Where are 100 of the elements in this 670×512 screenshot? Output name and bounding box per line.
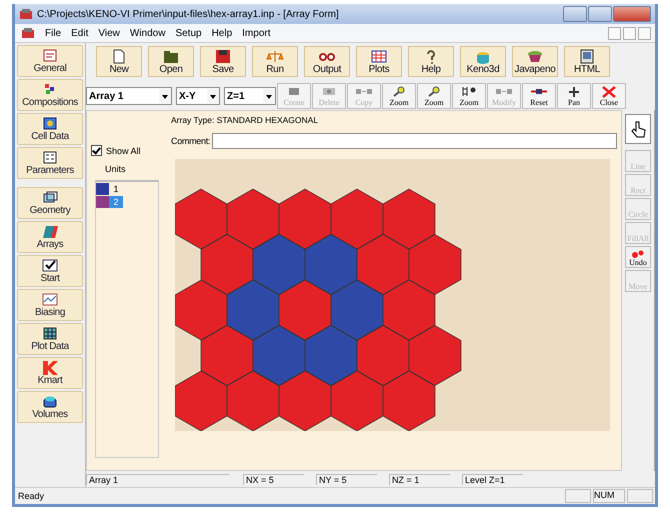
sidebar-button[interactable]: Biasing [17,289,83,321]
menu-item[interactable]: View [98,28,120,38]
letter-k-icon [41,360,59,375]
comment-label: Comment: [171,136,210,146]
hexagon-cell[interactable] [175,188,228,250]
close-icon [600,86,618,98]
hexagon-cell[interactable] [278,188,332,250]
screen-icon [578,48,596,64]
rectangle-icon [320,86,338,98]
toolbar-button[interactable]: Help [408,46,454,77]
hexagon-cell[interactable] [200,234,254,295]
form-icon [41,48,59,63]
grid-icon [41,224,59,239]
toolbar-button[interactable]: Javapeno [512,46,558,77]
hexagon-cell[interactable] [226,370,280,431]
close-button[interactable] [638,26,651,40]
array-type-label: Array Type: STANDARD HEXAGONAL [171,115,320,127]
hexagon-cell[interactable] [330,280,384,340]
toolbar-button[interactable]: Reset [522,83,556,109]
hexagon-cell[interactable] [382,188,436,250]
checkbox[interactable] [91,145,102,156]
toolbar-button[interactable]: Open [148,46,194,77]
app-icon [19,8,33,20]
sidebar-button[interactable]: Start [17,255,83,287]
toolbar-button[interactable]: Close [592,83,626,109]
hexagon-cell[interactable] [304,325,358,386]
cell-icon [41,116,59,131]
hexagon-cell[interactable] [252,325,306,386]
status-field: Level Z=1 [462,474,523,484]
sidebar-button[interactable]: Plot Data [17,323,83,355]
sidebar-button[interactable]: Compositions [17,79,83,111]
maximize-button[interactable] [588,6,612,22]
status-field: Array 1 [86,474,229,484]
menu-item[interactable]: File [45,28,62,38]
toolbar-button[interactable]: New [96,46,142,77]
dropdown[interactable]: Z=1 [224,87,276,105]
dropdown[interactable]: Array 1 [86,87,172,105]
hexagon-cell[interactable] [200,325,254,386]
hexagon-cell[interactable] [330,188,384,250]
box-icon [41,190,59,205]
menu-item[interactable]: Edit [71,28,88,38]
hexagon-cell[interactable] [356,325,410,386]
close-button[interactable] [613,6,651,22]
folder-icon [162,48,180,64]
tool-button[interactable]: Undo [625,246,651,268]
sidebar-button[interactable]: Cell Data [17,113,83,145]
sidebar-button[interactable]: Kmart [17,357,83,389]
hexagon-cell[interactable] [408,325,462,386]
sidebar-button[interactable]: Geometry [17,187,83,219]
minimize-button[interactable] [563,6,587,22]
status-pane [565,489,591,503]
table-icon [41,150,59,165]
tool-button[interactable] [625,114,651,144]
sidebar-button[interactable]: Parameters [17,147,83,179]
sidebar-button[interactable]: Volumes [17,391,83,423]
restore-button[interactable] [623,26,636,40]
window-title: C:\Projects\KENO-VI Primer\input-files\hex-array1.inp - [Array Form] [37,8,340,20]
chart-icon [41,292,59,307]
unit-item[interactable]: 1 [109,182,123,194]
checkbox-label: Show All [106,146,141,156]
toolbar-button[interactable]: Pan [557,83,591,109]
toolbar-button[interactable]: Zoom [382,83,416,109]
status-field: NX = 5 [243,474,304,484]
cup-icon [526,48,544,64]
toolbar-button[interactable]: Plots [356,46,402,77]
minimize-button[interactable] [608,26,621,40]
menu-item[interactable]: Import [242,28,270,38]
scribble-icon [631,250,645,258]
menu-item[interactable]: Setup [175,28,202,38]
hexagon-cell[interactable] [382,280,436,340]
status-field: NY = 5 [316,474,377,484]
comment-field[interactable] [212,133,617,149]
hexagon-cell[interactable] [278,370,332,431]
hexagon-cell[interactable] [382,370,436,431]
hexagon-cell[interactable] [226,280,280,340]
hexagon-cell[interactable] [330,370,384,431]
hexagon-cell[interactable] [356,234,410,295]
dropdown[interactable]: X-Y [176,87,220,105]
hexagon-cell[interactable] [408,234,462,295]
hexagon-cell[interactable] [175,370,228,431]
hexagon-cell[interactable] [278,280,332,340]
hexagon-cell[interactable] [226,188,280,250]
toolbar-button[interactable]: Save [200,46,246,77]
toolbar-button[interactable]: Zoom [417,83,451,109]
grid-icon [41,326,59,341]
grid-icon [370,48,388,64]
toolbar-button[interactable]: HTML [564,46,610,77]
hexagon-cell[interactable] [252,234,306,295]
toolbar-button[interactable]: Output [304,46,350,77]
menu-item[interactable]: Help [212,28,232,38]
sidebar-button[interactable]: Arrays [17,221,83,253]
toolbar-button[interactable]: Keno3d [460,46,506,77]
hexagon-cell[interactable] [175,280,228,340]
toolbar-button[interactable]: Zoom [452,83,486,109]
hand-icon [630,120,646,138]
hexagon-cell[interactable] [304,234,358,295]
menu-item[interactable]: Window [130,28,166,38]
status-pane [627,489,653,503]
toolbar-button[interactable]: Run [252,46,298,77]
sidebar-button[interactable]: General [17,45,83,77]
